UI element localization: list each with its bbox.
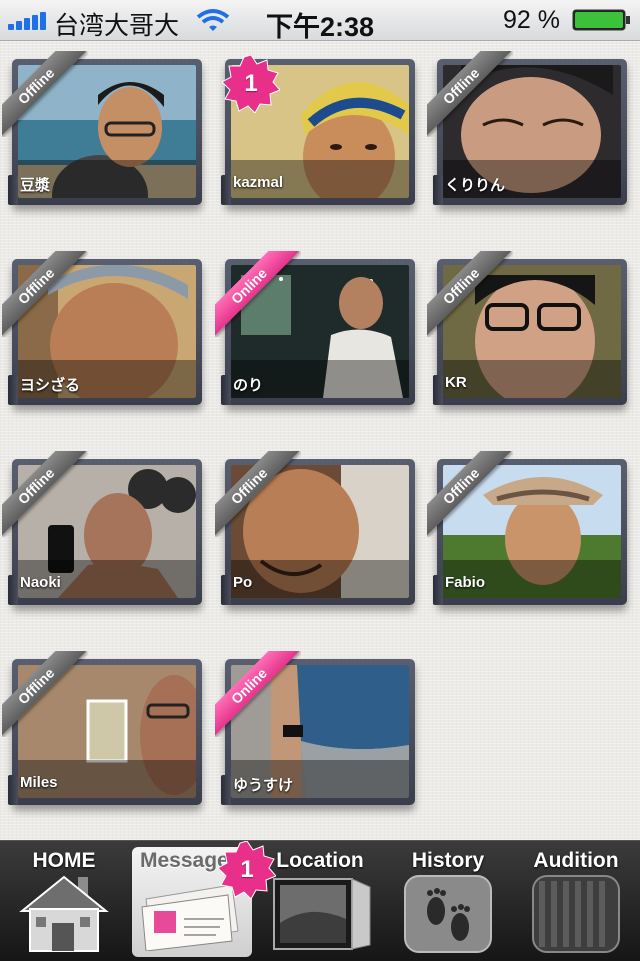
status-bar: 台湾大哥大 下午2:38 92 %	[0, 0, 640, 42]
door-icon	[273, 878, 371, 950]
profile-name: kazmal	[233, 174, 284, 191]
offline-ribbon: Offline	[2, 451, 87, 537]
tab-bar: HOME Message 1 Location History Audition	[0, 840, 640, 961]
profile-card[interactable]: ゆうすけ Online	[215, 651, 415, 805]
profile-card[interactable]: のり Online	[215, 251, 415, 405]
tab-audition[interactable]: Audition	[512, 841, 640, 961]
profile-card[interactable]: ヨシざる Offline	[2, 251, 202, 405]
tab-label: History	[411, 849, 485, 872]
profile-name: Fabio	[445, 574, 485, 591]
tab-history[interactable]: History	[384, 841, 512, 961]
profile-name: くりりん	[445, 177, 506, 194]
tab-location[interactable]: Location	[256, 841, 384, 961]
tab-label: Audition	[533, 849, 619, 872]
online-ribbon: Online	[215, 251, 300, 337]
footprints-icon	[404, 875, 492, 953]
offline-ribbon: Offline	[2, 651, 87, 737]
offline-ribbon: Offline	[427, 251, 512, 337]
profile-name: Miles	[20, 774, 58, 791]
tab-label: Location	[276, 849, 364, 872]
profile-name: のり	[233, 377, 264, 394]
profile-grid: 豆漿 Offline kazmal 1 くりりん Offline ヨシざる Of…	[0, 41, 640, 840]
offline-ribbon: Offline	[215, 451, 300, 537]
profile-card[interactable]: Naoki Offline	[2, 451, 202, 605]
profile-card[interactable]: くりりん Offline	[427, 51, 627, 205]
profile-name: KR	[445, 374, 467, 391]
profile-name: Po	[233, 574, 253, 591]
curtain-icon	[532, 875, 620, 953]
online-ribbon: Online	[215, 651, 300, 737]
profile-card[interactable]: Fabio Offline	[427, 451, 627, 605]
offline-ribbon: Offline	[2, 251, 87, 337]
profile-card[interactable]: Miles Offline	[2, 651, 202, 805]
profile-name: Naoki	[20, 574, 61, 591]
tab-label: HOME	[32, 849, 96, 872]
offline-ribbon: Offline	[2, 51, 87, 137]
offline-ribbon: Offline	[427, 51, 512, 137]
unread-badge: 1	[222, 55, 280, 113]
profile-card[interactable]: 豆漿 Offline	[2, 51, 202, 205]
battery-percent: 92 %	[503, 6, 560, 34]
battery-icon	[572, 9, 630, 31]
profile-card[interactable]: KR Offline	[427, 251, 627, 405]
profile-name: 豆漿	[20, 177, 51, 194]
profile-card[interactable]: Po Offline	[215, 451, 415, 605]
profile-name: ヨシざる	[20, 377, 81, 394]
tab-home[interactable]: HOME	[0, 841, 128, 961]
profile-name: ゆうすけ	[233, 777, 294, 794]
house-icon	[19, 875, 109, 952]
offline-ribbon: Offline	[427, 451, 512, 537]
